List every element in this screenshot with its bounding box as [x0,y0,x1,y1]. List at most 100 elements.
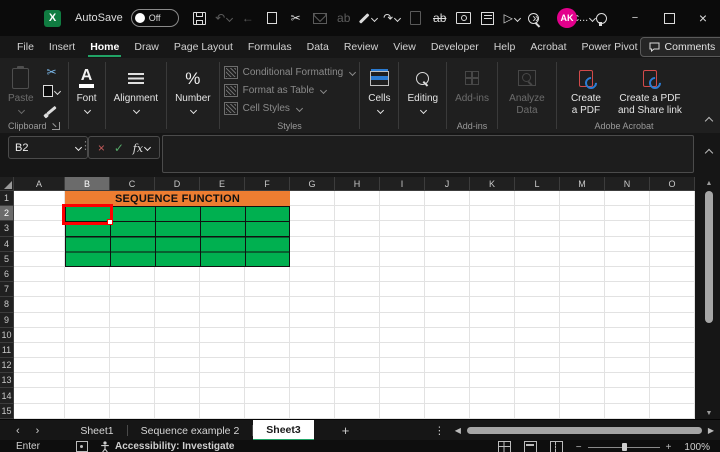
sheet-tab-sheet3[interactable]: Sheet3 [253,420,313,441]
cell-K2[interactable] [470,206,515,221]
menu-tab-insert[interactable]: Insert [47,38,77,56]
row-header-13[interactable]: 13 [0,373,14,388]
account-button[interactable]: AK [550,0,584,36]
cell-D7[interactable] [155,282,200,297]
cell-L9[interactable] [515,313,560,328]
column-header-M[interactable]: M [560,177,605,191]
column-header-O[interactable]: O [650,177,695,191]
cell-G4[interactable] [290,237,335,252]
cell-H1[interactable] [335,191,380,206]
cell-L8[interactable] [515,297,560,312]
cell-J13[interactable] [425,373,470,388]
cell-N13[interactable] [605,373,650,388]
cell-M13[interactable] [560,373,605,388]
cell-K15[interactable] [470,404,515,419]
cell-M10[interactable] [560,328,605,343]
cell-N2[interactable] [605,206,650,221]
cell-H11[interactable] [335,343,380,358]
menu-tab-acrobat[interactable]: Acrobat [528,38,568,56]
cell-O8[interactable] [650,297,695,312]
menu-tab-file[interactable]: File [15,38,36,56]
format-painter-button[interactable] [40,101,64,119]
cell-M8[interactable] [560,297,605,312]
cell-M12[interactable] [560,358,605,373]
cell-L12[interactable] [515,358,560,373]
cell-N7[interactable] [605,282,650,297]
cell-styles-button[interactable]: Cell Styles [224,99,356,117]
cell-I9[interactable] [380,313,425,328]
alignment-button[interactable]: Alignment [110,63,162,116]
cell-J15[interactable] [425,404,470,419]
cell-L15[interactable] [515,404,560,419]
new-sheet-button[interactable]: + [326,420,366,441]
row-header-15[interactable]: 15 [0,404,14,419]
draw-pen-icon[interactable] [357,7,379,29]
column-header-B[interactable]: B [65,177,110,191]
menu-tab-draw[interactable]: Draw [132,38,161,56]
create-pdf-share-button[interactable]: Create a PDF and Share link [613,63,687,119]
prev-sheet-button[interactable]: ‹ [16,425,20,437]
normal-view-icon[interactable] [498,441,511,452]
sheet-tab-sheet1[interactable]: Sheet1 [67,420,126,441]
cell-K10[interactable] [470,328,515,343]
cell-O2[interactable] [650,206,695,221]
strikethrough-icon[interactable]: ab [429,7,451,29]
cell-J10[interactable] [425,328,470,343]
cell-O3[interactable] [650,221,695,236]
cell-L6[interactable] [515,267,560,282]
cell-J1[interactable] [425,191,470,206]
horizontal-scroll-thumb[interactable] [467,427,702,434]
cell-O15[interactable] [650,404,695,419]
cell-A6[interactable] [14,267,65,282]
cell-J3[interactable] [425,221,470,236]
cell-M4[interactable] [560,237,605,252]
insert-function-button[interactable]: fx [133,141,150,155]
name-box[interactable]: B2 [8,136,88,159]
close-button[interactable]: × [686,0,720,36]
cell-G3[interactable] [290,221,335,236]
cell-E15[interactable] [200,404,245,419]
cell-L5[interactable] [515,252,560,267]
expand-formula-bar-button[interactable] [706,143,712,161]
cell-H12[interactable] [335,358,380,373]
number-button[interactable]: % Number [171,63,215,116]
cell-K5[interactable] [470,252,515,267]
selection-box[interactable] [62,204,113,226]
zoom-in-button[interactable]: + [666,442,672,452]
cell-C12[interactable] [110,358,155,373]
cell-C13[interactable] [110,373,155,388]
cell-I1[interactable] [380,191,425,206]
cell-E14[interactable] [200,388,245,403]
cell-D14[interactable] [155,388,200,403]
cell-G12[interactable] [290,358,335,373]
cell-O11[interactable] [650,343,695,358]
cell-A12[interactable] [14,358,65,373]
cell-K14[interactable] [470,388,515,403]
cell-H2[interactable] [335,206,380,221]
save-icon[interactable] [189,7,211,29]
cell-J14[interactable] [425,388,470,403]
cell-G9[interactable] [290,313,335,328]
cell-L14[interactable] [515,388,560,403]
cut-button[interactable]: ✂ [40,63,64,81]
cell-O14[interactable] [650,388,695,403]
cell-G5[interactable] [290,252,335,267]
cell-G11[interactable] [290,343,335,358]
cell-J9[interactable] [425,313,470,328]
cell-F9[interactable] [245,313,290,328]
cell-K9[interactable] [470,313,515,328]
font-button[interactable]: A Font [73,63,101,116]
search-button[interactable] [516,0,550,36]
cell-D12[interactable] [155,358,200,373]
cell-K1[interactable] [470,191,515,206]
cell-M7[interactable] [560,282,605,297]
cell-N11[interactable] [605,343,650,358]
cell-M5[interactable] [560,252,605,267]
cell-I14[interactable] [380,388,425,403]
zoom-out-button[interactable]: − [576,442,582,452]
cell-G10[interactable] [290,328,335,343]
cell-O10[interactable] [650,328,695,343]
cell-L4[interactable] [515,237,560,252]
menu-tab-home[interactable]: Home [88,38,121,56]
scroll-right-icon[interactable]: ▶ [708,426,714,435]
